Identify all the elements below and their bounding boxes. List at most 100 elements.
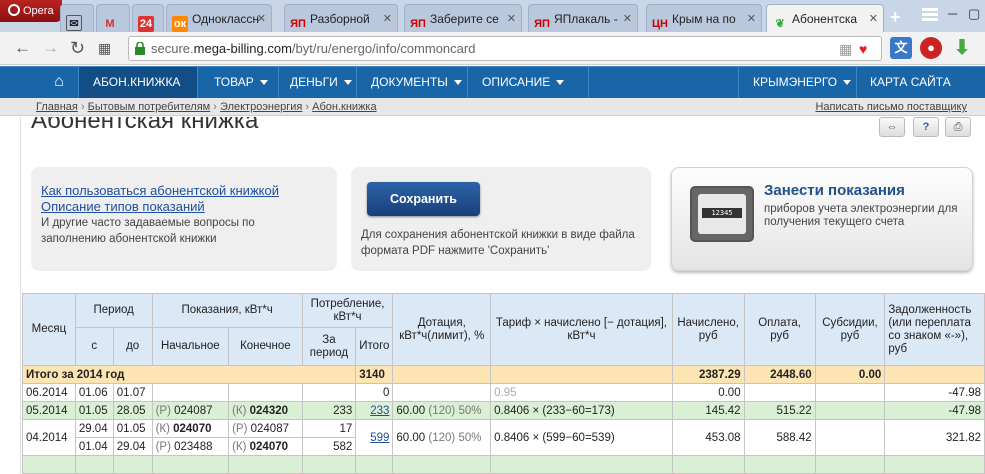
close-icon[interactable]: ✕	[747, 12, 756, 25]
close-icon[interactable]: ✕	[623, 12, 632, 25]
maximize-icon[interactable]: ▢	[968, 6, 980, 22]
reading-type-tag: (Р)	[155, 404, 171, 417]
opera-menu-button[interactable]: Opera	[0, 0, 62, 22]
cell-debt: -47.98	[884, 383, 985, 402]
tab-yaplakal[interactable]: ЯП ЯПлакаль - ✕	[528, 4, 638, 32]
breadcrumb-link[interactable]: Бытовым потребителям	[88, 101, 211, 113]
speed-dial-icon[interactable]: ▦	[98, 40, 111, 57]
tab-mail[interactable]: ✉	[60, 4, 94, 32]
yap-icon: ЯП	[410, 18, 426, 30]
tab-24[interactable]: 24	[132, 4, 164, 32]
tab-zaberite[interactable]: ЯП Заберите се ✕	[404, 4, 522, 32]
table-row: 05.2014 01.05 28.05 (Р) 024087 (К) 02432…	[22, 401, 985, 420]
tab-krym[interactable]: ЦН Крым на по ✕	[646, 4, 762, 32]
address-bar-row: ← → ↻ ▦ secure.mega-billing.com/byt/ru/e…	[0, 32, 985, 65]
cell-start: 023488	[174, 440, 213, 453]
grid-icon[interactable]: ▦	[839, 41, 852, 58]
cell-subsidy-pct: 50%	[458, 404, 482, 417]
nav-label: ОПИСАНИЕ	[482, 75, 551, 89]
fullscreen-icon[interactable]: ⇔	[879, 117, 905, 137]
cell-paid: 588.42	[743, 419, 816, 456]
cell-total: 0	[355, 383, 394, 402]
close-icon[interactable]: ✕	[869, 12, 878, 25]
print-icon[interactable]: ⎙	[945, 117, 971, 137]
chevron-down-icon	[259, 80, 268, 85]
close-icon[interactable]: ✕	[507, 12, 516, 25]
cell-tariff: 0.8406 × (233−60=173)	[490, 401, 673, 420]
nav-item-tovar[interactable]: ТОВАР	[200, 67, 282, 98]
table-row: 06.2014 01.06 01.07 0 0.95 0.00 -47.98	[22, 383, 985, 402]
url-domain: mega-billing.com	[193, 41, 292, 56]
nav-item-abon-knizhka[interactable]: АБОН.КНИЖКА	[79, 67, 197, 98]
heart-icon[interactable]: ♥	[859, 41, 867, 57]
cell-subsidy: 60.00	[396, 431, 426, 444]
col-paid: Оплата, руб	[743, 293, 816, 366]
chevron-down-icon	[453, 80, 462, 85]
total-subsidies: 0.00	[814, 365, 886, 384]
reading-types-link[interactable]: Описание типов показаний	[41, 199, 337, 215]
col-month: Месяц	[22, 293, 76, 366]
main-content: Абонентская книжка ⇔ ? ⎙ Как пользоватьс…	[20, 117, 985, 474]
total-row: Итого за 2014 год 3140 2387.29 2448.60 0…	[21, 365, 985, 384]
save-button[interactable]: Сохранить	[367, 182, 480, 216]
reading-type-tag: (К)	[232, 404, 247, 417]
help-text: И другие часто задаваемые вопросы по зап…	[41, 217, 255, 245]
enter-readings-panel[interactable]: 12345 Занести показания приборов учета э…	[671, 167, 973, 271]
close-icon[interactable]: ✕	[383, 12, 392, 25]
nav-divider	[197, 67, 198, 98]
cell-per-period: 582	[301, 437, 357, 456]
url-field[interactable]: secure.mega-billing.com/byt/ru/energo/in…	[128, 36, 882, 61]
reading-type-tag: (К)	[232, 440, 247, 453]
cell-total-link[interactable]: 233	[370, 405, 389, 417]
mail-icon: ✉	[66, 15, 82, 31]
url-prefix: secure.	[151, 41, 194, 56]
tab-odnoklassniki[interactable]: ок Одноклассн ✕	[166, 4, 272, 32]
breadcrumb-link[interactable]: Электроэнергия	[220, 101, 302, 113]
opera-label: Opera	[23, 5, 54, 17]
breadcrumb-link[interactable]: Абон.книжка	[312, 101, 376, 113]
translate-icon[interactable]: 文	[890, 37, 912, 59]
tab-label: Одноклассн	[192, 12, 260, 26]
col-total: Итого	[355, 327, 394, 366]
enter-readings-title[interactable]: Занести показания	[764, 182, 905, 199]
nav-item-dengi[interactable]: ДЕНЬГИ	[276, 67, 366, 98]
tab-menu-icon[interactable]	[922, 8, 938, 22]
minimize-icon[interactable]: ─	[948, 6, 957, 21]
forward-arrow-icon[interactable]: →	[42, 38, 59, 58]
reading-type-tag: (К)	[155, 422, 170, 435]
nav-label: ДЕНЬГИ	[290, 75, 338, 89]
new-tab-button[interactable]: +	[890, 7, 901, 28]
nav-item-karta-saita[interactable]: КАРТА САЙТА	[856, 67, 965, 98]
cell-paid: 515.22	[743, 401, 816, 420]
save-hint: Для сохранения абонентской книжки в виде…	[361, 229, 635, 257]
adblock-icon[interactable]: ●	[920, 37, 942, 59]
leaf-icon: ❦	[775, 18, 785, 30]
col-start: Начальное	[151, 327, 230, 366]
chevron-down-icon	[556, 80, 565, 85]
nav-item-krymenergo[interactable]: КРЫМЭНЕРГО	[739, 67, 865, 98]
cell-from: 01.04	[74, 437, 114, 456]
nav-label: КРЫМЭНЕРГО	[753, 75, 838, 89]
how-to-use-link[interactable]: Как пользоваться абонентской книжкой	[41, 183, 337, 199]
tab-razbornoy[interactable]: ЯП Разборной ✕	[284, 4, 398, 32]
cell-to: 29.04	[112, 437, 153, 456]
back-arrow-icon[interactable]: ←	[14, 38, 31, 58]
help-icon[interactable]: ?	[913, 117, 939, 137]
download-icon[interactable]: ⬇	[951, 37, 973, 59]
nav-item-opisanie[interactable]: ОПИСАНИЕ	[468, 67, 578, 98]
nav-item-dokumenty[interactable]: ДОКУМЕНТЫ	[357, 67, 476, 98]
yap-icon: ЯП	[290, 18, 306, 30]
write-to-supplier-link[interactable]: Написать письмо поставщику	[815, 101, 967, 113]
cell-month: 05.2014	[22, 401, 76, 420]
cell-end: 024070	[249, 440, 289, 453]
tab-gmail[interactable]: M	[96, 4, 130, 32]
cell-subsidy-limit: (120)	[428, 431, 456, 444]
breadcrumb-link[interactable]: Главная	[36, 101, 78, 113]
close-icon[interactable]: ✕	[257, 12, 266, 25]
tab-abonentskaya[interactable]: ❦ Абонентска ✕	[766, 4, 884, 33]
cell-total-link[interactable]: 599	[370, 432, 389, 444]
yap-icon: ЯП	[534, 18, 550, 30]
cell-end: 024087	[250, 422, 289, 435]
home-icon[interactable]: ⌂	[40, 67, 78, 99]
reload-icon[interactable]: ↻	[70, 38, 85, 59]
